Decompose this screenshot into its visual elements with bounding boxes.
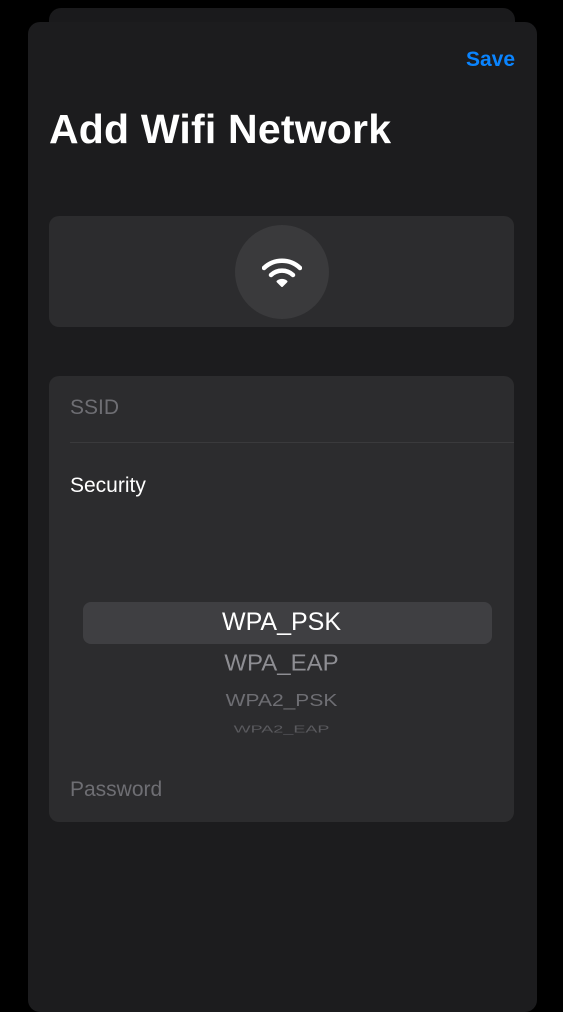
security-label: Security <box>70 474 146 497</box>
picker-option[interactable]: WPA_PSK <box>49 608 514 637</box>
page-title: Add Wifi Network <box>49 106 392 152</box>
picker-option[interactable]: WPA2_EAP <box>49 724 514 736</box>
password-field[interactable]: Password <box>70 778 162 802</box>
divider <box>70 442 514 443</box>
picker-option[interactable]: WPA_EAP <box>49 651 514 678</box>
wifi-icon-card <box>49 216 514 327</box>
save-button[interactable]: Save <box>466 48 515 72</box>
security-picker[interactable]: WPA_PSK WPA_EAP WPA2_PSK WPA2_EAP <box>49 602 514 742</box>
wifi-icon-circle <box>235 225 329 319</box>
ssid-field[interactable]: SSID <box>70 396 119 420</box>
network-form: SSID Security WPA_PSK WPA_EAP WPA2_PSK W… <box>49 376 514 822</box>
wifi-icon <box>262 258 302 287</box>
picker-option[interactable]: WPA2_PSK <box>49 691 514 711</box>
add-wifi-sheet: Save Add Wifi Network SSID Security WPA_… <box>28 22 537 1012</box>
